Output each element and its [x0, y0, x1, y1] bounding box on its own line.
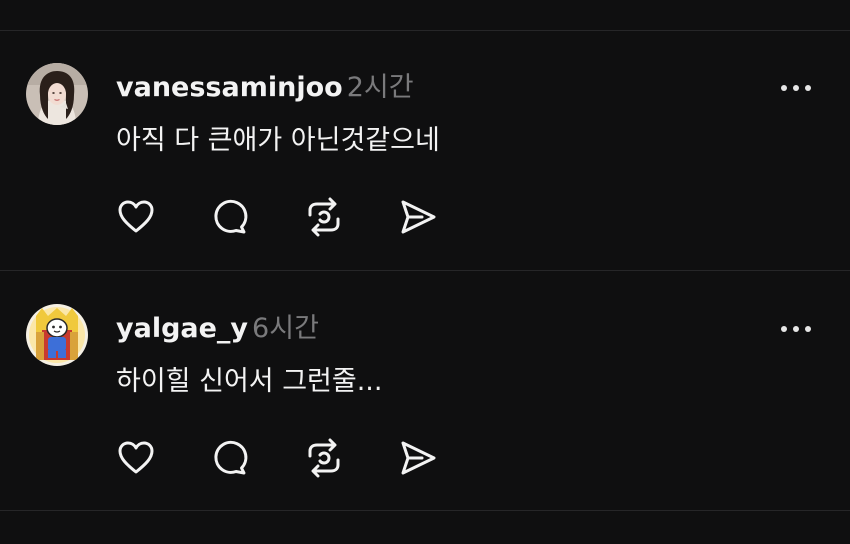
timestamp: 6시간 [252, 313, 319, 344]
action-bar [116, 197, 456, 237]
repost-icon[interactable] [304, 197, 344, 237]
post-divider [0, 510, 850, 511]
reply-post: vanessaminjoo 2시간 아직 다 큰애가 아닌것같으네 [0, 63, 850, 303]
heart-icon[interactable] [116, 438, 156, 478]
timestamp: 2시간 [346, 72, 414, 103]
post-divider [0, 270, 850, 271]
share-icon[interactable] [398, 438, 438, 478]
reply-post: yalgae_y 6시간 하이힐 신어서 그런줄... [0, 304, 850, 544]
avatar[interactable] [26, 304, 88, 366]
portrait-photo-icon [26, 63, 88, 125]
avatar[interactable] [26, 63, 88, 125]
post-header: vanessaminjoo 2시간 [116, 71, 414, 105]
comment-icon[interactable] [210, 438, 250, 478]
more-icon[interactable] [778, 80, 814, 96]
cartoon-character-on-throne-icon [26, 304, 88, 366]
top-divider [0, 30, 850, 31]
action-bar [116, 438, 456, 478]
comment-icon[interactable] [210, 197, 250, 237]
repost-icon[interactable] [304, 438, 344, 478]
post-header: yalgae_y 6시간 [116, 312, 319, 346]
post-text: 아직 다 큰애가 아닌것같으네 [116, 125, 440, 156]
username[interactable]: vanessaminjoo [116, 72, 343, 103]
share-icon[interactable] [398, 197, 438, 237]
username[interactable]: yalgae_y [116, 313, 248, 344]
post-text: 하이힐 신어서 그런줄... [116, 366, 383, 397]
heart-icon[interactable] [116, 197, 156, 237]
more-icon[interactable] [778, 321, 814, 337]
